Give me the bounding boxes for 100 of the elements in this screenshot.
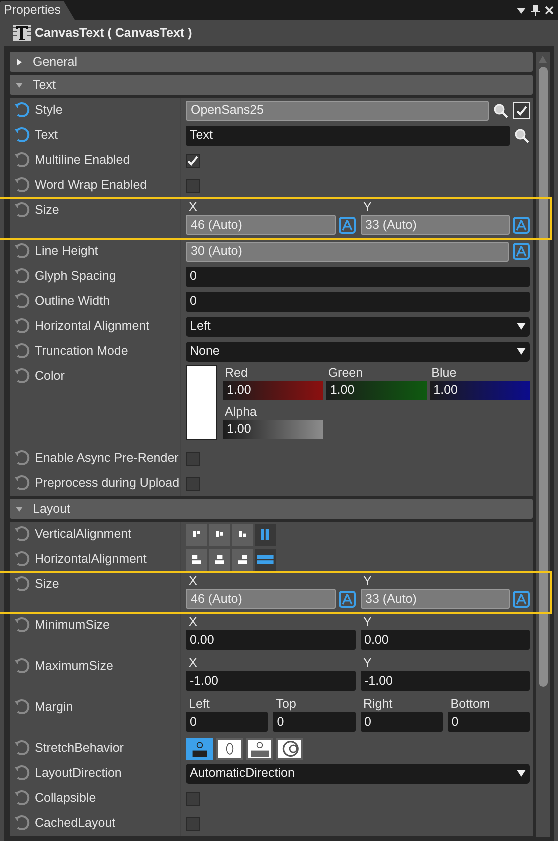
reset-icon[interactable] [13,789,31,807]
reset-icon[interactable] [13,101,31,119]
alignment-option[interactable] [232,524,253,546]
input-field[interactable]: 33 (Auto) [360,215,510,235]
alignment-option[interactable] [232,548,253,570]
close-icon[interactable] [545,6,554,15]
reset-icon[interactable] [13,342,31,360]
stretch-option[interactable] [186,738,213,760]
alignment-option[interactable] [186,548,207,570]
stretch-option[interactable] [246,738,273,760]
checkbox[interactable] [186,178,200,192]
dropdown-icon[interactable] [517,8,526,14]
reset-icon[interactable] [13,176,31,194]
input-field[interactable]: 46 (Auto) [186,589,336,609]
scrollbar[interactable] [536,52,550,837]
channel-field[interactable]: 1.00 [223,420,324,438]
input-field[interactable]: 33 (Auto) [360,589,510,609]
reset-icon[interactable] [13,449,31,467]
auto-toggle[interactable] [513,590,530,608]
reset-icon[interactable] [13,764,31,782]
reset-icon[interactable] [13,525,31,543]
alignment-icon [214,554,224,564]
dropdown[interactable]: None [186,342,530,362]
reset-icon[interactable] [13,292,31,310]
reset-icon[interactable] [13,698,31,716]
reset-icon[interactable] [13,151,31,169]
channel-label: Red [224,365,249,381]
reset-icon[interactable] [13,616,31,634]
input-field[interactable]: 46 (Auto) [186,215,336,235]
property-label: Line Height [35,243,98,260]
alignment-option[interactable] [209,524,230,546]
input-field[interactable]: 0 [448,712,530,732]
reset-icon[interactable] [13,126,31,144]
scroll-up-icon[interactable] [539,56,547,63]
reset-icon[interactable] [13,474,31,492]
reset-icon[interactable] [13,267,31,285]
alignment-icon [238,554,248,564]
reset-icon[interactable] [13,814,31,832]
checkbox[interactable] [186,154,200,168]
checkbox[interactable] [186,476,200,490]
checkbox[interactable] [186,816,200,830]
panel-tab[interactable]: Properties [0,1,75,20]
alignment-icon [192,531,200,538]
reset-icon[interactable] [13,317,31,335]
pin-icon[interactable] [531,5,540,16]
input-field[interactable]: -1.00 [186,671,356,691]
channel-field[interactable]: 1.00 [430,381,530,400]
color-swatch[interactable] [186,365,217,440]
channel-field[interactable]: 1.00 [326,381,427,400]
section-header[interactable]: Text [10,75,533,95]
input-field[interactable]: 0 [273,712,356,732]
reset-icon[interactable] [13,657,31,675]
stretch-option[interactable] [216,738,243,760]
alignment-option[interactable] [209,548,230,570]
field-label: X [188,655,198,671]
auto-toggle[interactable] [513,216,530,234]
auto-toggle[interactable] [338,216,356,234]
input-field[interactable]: Text [186,126,510,146]
expanded-caret-icon [16,506,23,512]
reset-icon[interactable] [13,575,31,593]
input-field[interactable]: 30 (Auto) [186,242,509,262]
reset-icon[interactable] [13,367,31,385]
alignment-option[interactable] [255,548,276,570]
property-label: StretchBehavior [35,740,124,757]
input-field[interactable]: 0 [360,712,443,732]
channel-field[interactable]: 1.00 [223,381,324,400]
dropdown[interactable]: Left [186,316,530,336]
alignment-icon [257,554,274,564]
dropdown[interactable]: AutomaticDirection [186,764,530,784]
section-header[interactable]: Layout [10,499,533,519]
stretch-mode-icon [250,740,270,758]
input-field[interactable]: -1.00 [360,671,530,691]
reset-icon[interactable] [13,550,31,568]
field-label: X [188,614,198,630]
stretch-option[interactable] [276,738,303,760]
reset-icon[interactable] [13,201,31,219]
input-field[interactable]: 0.00 [186,630,356,650]
alignment-option[interactable] [186,524,207,546]
section-header[interactable]: General [10,52,533,72]
reset-icon[interactable] [13,739,31,757]
auto-toggle[interactable] [338,590,356,608]
reset-icon[interactable] [13,242,31,260]
input-field[interactable]: 0.00 [360,630,530,650]
input-field[interactable]: 0 [186,266,530,286]
checkbox[interactable] [186,792,200,806]
alignment-option[interactable] [255,524,276,546]
checkbox[interactable] [186,452,200,466]
search-icon[interactable] [514,128,530,144]
search-icon[interactable] [493,102,509,118]
input-field[interactable]: 0 [186,712,268,732]
property-label: Outline Width [35,293,110,310]
field-label: Left [188,696,211,712]
property-label: Preprocess during Upload [35,475,180,492]
input-field[interactable]: 0 [186,292,530,312]
input-field[interactable]: OpenSans25 [186,100,489,120]
property-label: VerticalAlignment [35,526,132,543]
auto-toggle[interactable] [513,243,530,260]
property-label: Collapsible [35,790,96,807]
expanded-caret-icon [16,82,23,88]
caret-icon [517,770,526,777]
